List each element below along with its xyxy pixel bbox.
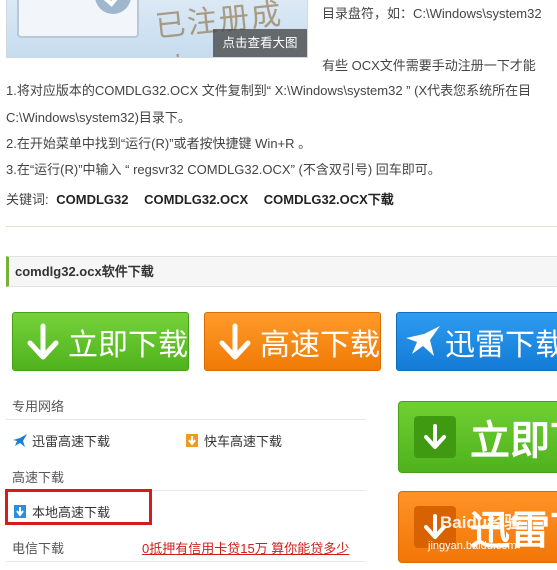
side-text-line2: 有些 OCX文件需要手动注册一下才能	[322, 58, 536, 73]
baidu-watermark-url: jingyan.baidu.com	[428, 540, 517, 552]
side-text-line1: 目录盘符，如：C:\Windows\system32	[322, 6, 542, 21]
download-now-label: 立即下载	[68, 327, 188, 363]
thunder-highspeed-label: 迅雷高速下载	[32, 434, 111, 449]
kuaiche-highspeed-link[interactable]: 快车高速下载	[184, 431, 282, 450]
step-1-cont: C:\Windows\system32)目录下。	[6, 110, 191, 125]
thunder-highspeed-link[interactable]: 迅雷高速下载	[12, 431, 110, 450]
download-section-title: comdlg32.ocx软件下载	[6, 256, 557, 287]
loan-ad-link[interactable]: 0抵押有信用卡贷15万 算你能贷多少	[142, 538, 349, 557]
high-speed-download-button[interactable]: 高速下载	[204, 312, 381, 371]
keyword-item[interactable]: COMDLG32.OCX	[144, 192, 248, 207]
step-1: 1.将对应版本的COMDLG32.OCX 文件复制到“ X:\Windows\s…	[6, 83, 532, 98]
keyword-item[interactable]: COMDLG32	[56, 192, 128, 207]
down-arrow-icon	[211, 323, 258, 361]
row-divider	[6, 419, 366, 420]
download-now-button[interactable]: 立即下载	[12, 312, 189, 371]
keyword-item[interactable]: COMDLG32.OCX下载	[264, 192, 394, 207]
kuaiche-highspeed-label: 快车高速下载	[204, 434, 283, 449]
side-download-now-button[interactable]: 立即下	[398, 401, 557, 473]
thunder-bird-icon	[403, 324, 443, 360]
down-arrow-icon	[19, 323, 66, 361]
highlight-box	[5, 489, 152, 525]
telecom-download-label: 电信下载	[12, 541, 65, 556]
high-speed-download-label: 高速下载	[260, 327, 380, 363]
view-large-image-button[interactable]: 点击查看大图	[213, 29, 307, 57]
kuaiche-icon	[184, 433, 200, 448]
highspeed-download-label: 高速下载	[12, 470, 65, 485]
thunder-download-label: 迅雷下载	[445, 327, 557, 363]
screenshot-thumbnail[interactable]: 已注册成功 点击查看大图	[6, 0, 308, 58]
keywords-label: 关键词:	[6, 192, 49, 207]
side-download-now-label: 立即下	[470, 418, 557, 464]
thunder-bird-icon	[12, 433, 28, 448]
dedicated-network-label: 专用网络	[12, 399, 65, 414]
keywords: 关键词: COMDLG32 COMDLG32.OCX COMDLG32.OCX下…	[6, 189, 406, 208]
thunder-download-button[interactable]: 迅雷下载	[396, 312, 557, 371]
step-3: 3.在“运行(R)”中输入 “ regsvr32 COMDLG32.OCX” (…	[6, 162, 441, 177]
step-2: 2.在开始菜单中找到“运行(R)”或者按快捷键 Win+R 。	[6, 136, 312, 151]
baidu-watermark-logo: Baidu经验	[440, 513, 522, 532]
divider	[6, 226, 557, 227]
row-divider	[6, 561, 366, 562]
down-arrow-icon	[414, 416, 456, 458]
